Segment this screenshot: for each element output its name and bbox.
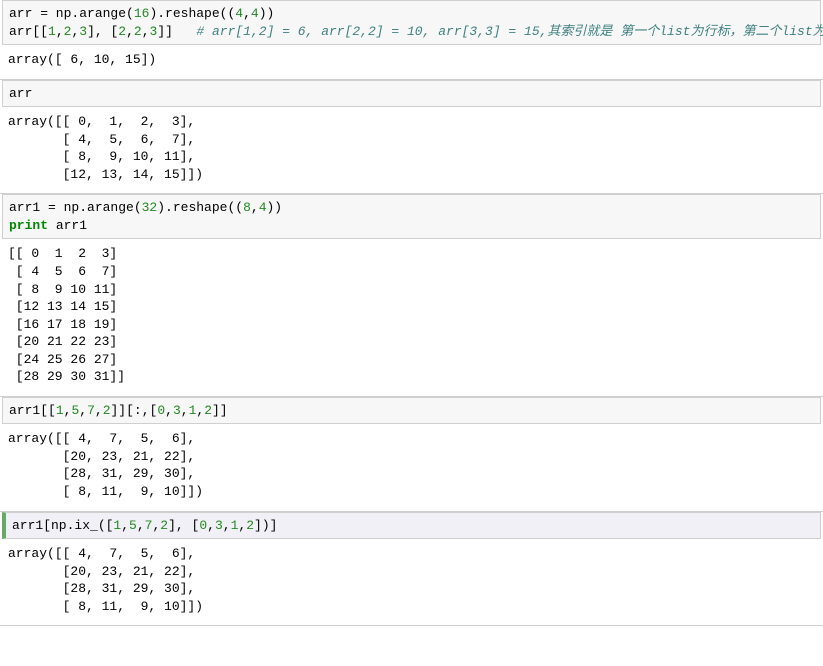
input-area[interactable]: arr [2,80,821,108]
code-cell: arr1[[1,5,7,2]][:,[0,3,1,2]] array([[ 4, … [0,397,823,512]
code-cell: arr1 = np.arange(32).reshape((8,4)) prin… [0,194,823,396]
code-cell: arr1[np.ix_([1,5,7,2], [0,3,1,2])] array(… [0,512,823,627]
output-text: array([[ 4, 7, 5, 6], [20, 23, 21, 22], … [8,545,815,615]
output-text: array([ 6, 10, 15]) [8,51,815,69]
output-area: array([[ 0, 1, 2, 3], [ 4, 5, 6, 7], [ 8… [0,107,823,193]
code-cell: arr array([[ 0, 1, 2, 3], [ 4, 5, 6, 7], … [0,80,823,195]
input-code[interactable]: arr1[np.ix_([1,5,7,2], [0,3,1,2])] [12,517,814,535]
input-code[interactable]: arr1 = np.arange(32).reshape((8,4)) prin… [9,199,814,234]
input-area[interactable]: arr = np.arange(16).reshape((4,4)) arr[[… [2,0,821,45]
output-text: [[ 0 1 2 3] [ 4 5 6 7] [ 8 9 10 11] [12 … [8,245,815,385]
input-area[interactable]: arr1[[1,5,7,2]][:,[0,3,1,2]] [2,397,821,425]
code-cell: arr = np.arange(16).reshape((4,4)) arr[[… [0,0,823,80]
input-code[interactable]: arr1[[1,5,7,2]][:,[0,3,1,2]] [9,402,814,420]
output-area: [[ 0 1 2 3] [ 4 5 6 7] [ 8 9 10 11] [12 … [0,239,823,395]
output-area: array([[ 4, 7, 5, 6], [20, 23, 21, 22], … [0,539,823,625]
output-area: array([ 6, 10, 15]) [0,45,823,79]
input-area[interactable]: arr1 = np.arange(32).reshape((8,4)) prin… [2,194,821,239]
output-text: array([[ 0, 1, 2, 3], [ 4, 5, 6, 7], [ 8… [8,113,815,183]
input-code[interactable]: arr [9,85,814,103]
input-area[interactable]: arr1[np.ix_([1,5,7,2], [0,3,1,2])] [2,512,821,540]
input-code[interactable]: arr = np.arange(16).reshape((4,4)) arr[[… [9,5,814,40]
output-text: array([[ 4, 7, 5, 6], [20, 23, 21, 22], … [8,430,815,500]
notebook-container: arr = np.arange(16).reshape((4,4)) arr[[… [0,0,823,626]
output-area: array([[ 4, 7, 5, 6], [20, 23, 21, 22], … [0,424,823,510]
